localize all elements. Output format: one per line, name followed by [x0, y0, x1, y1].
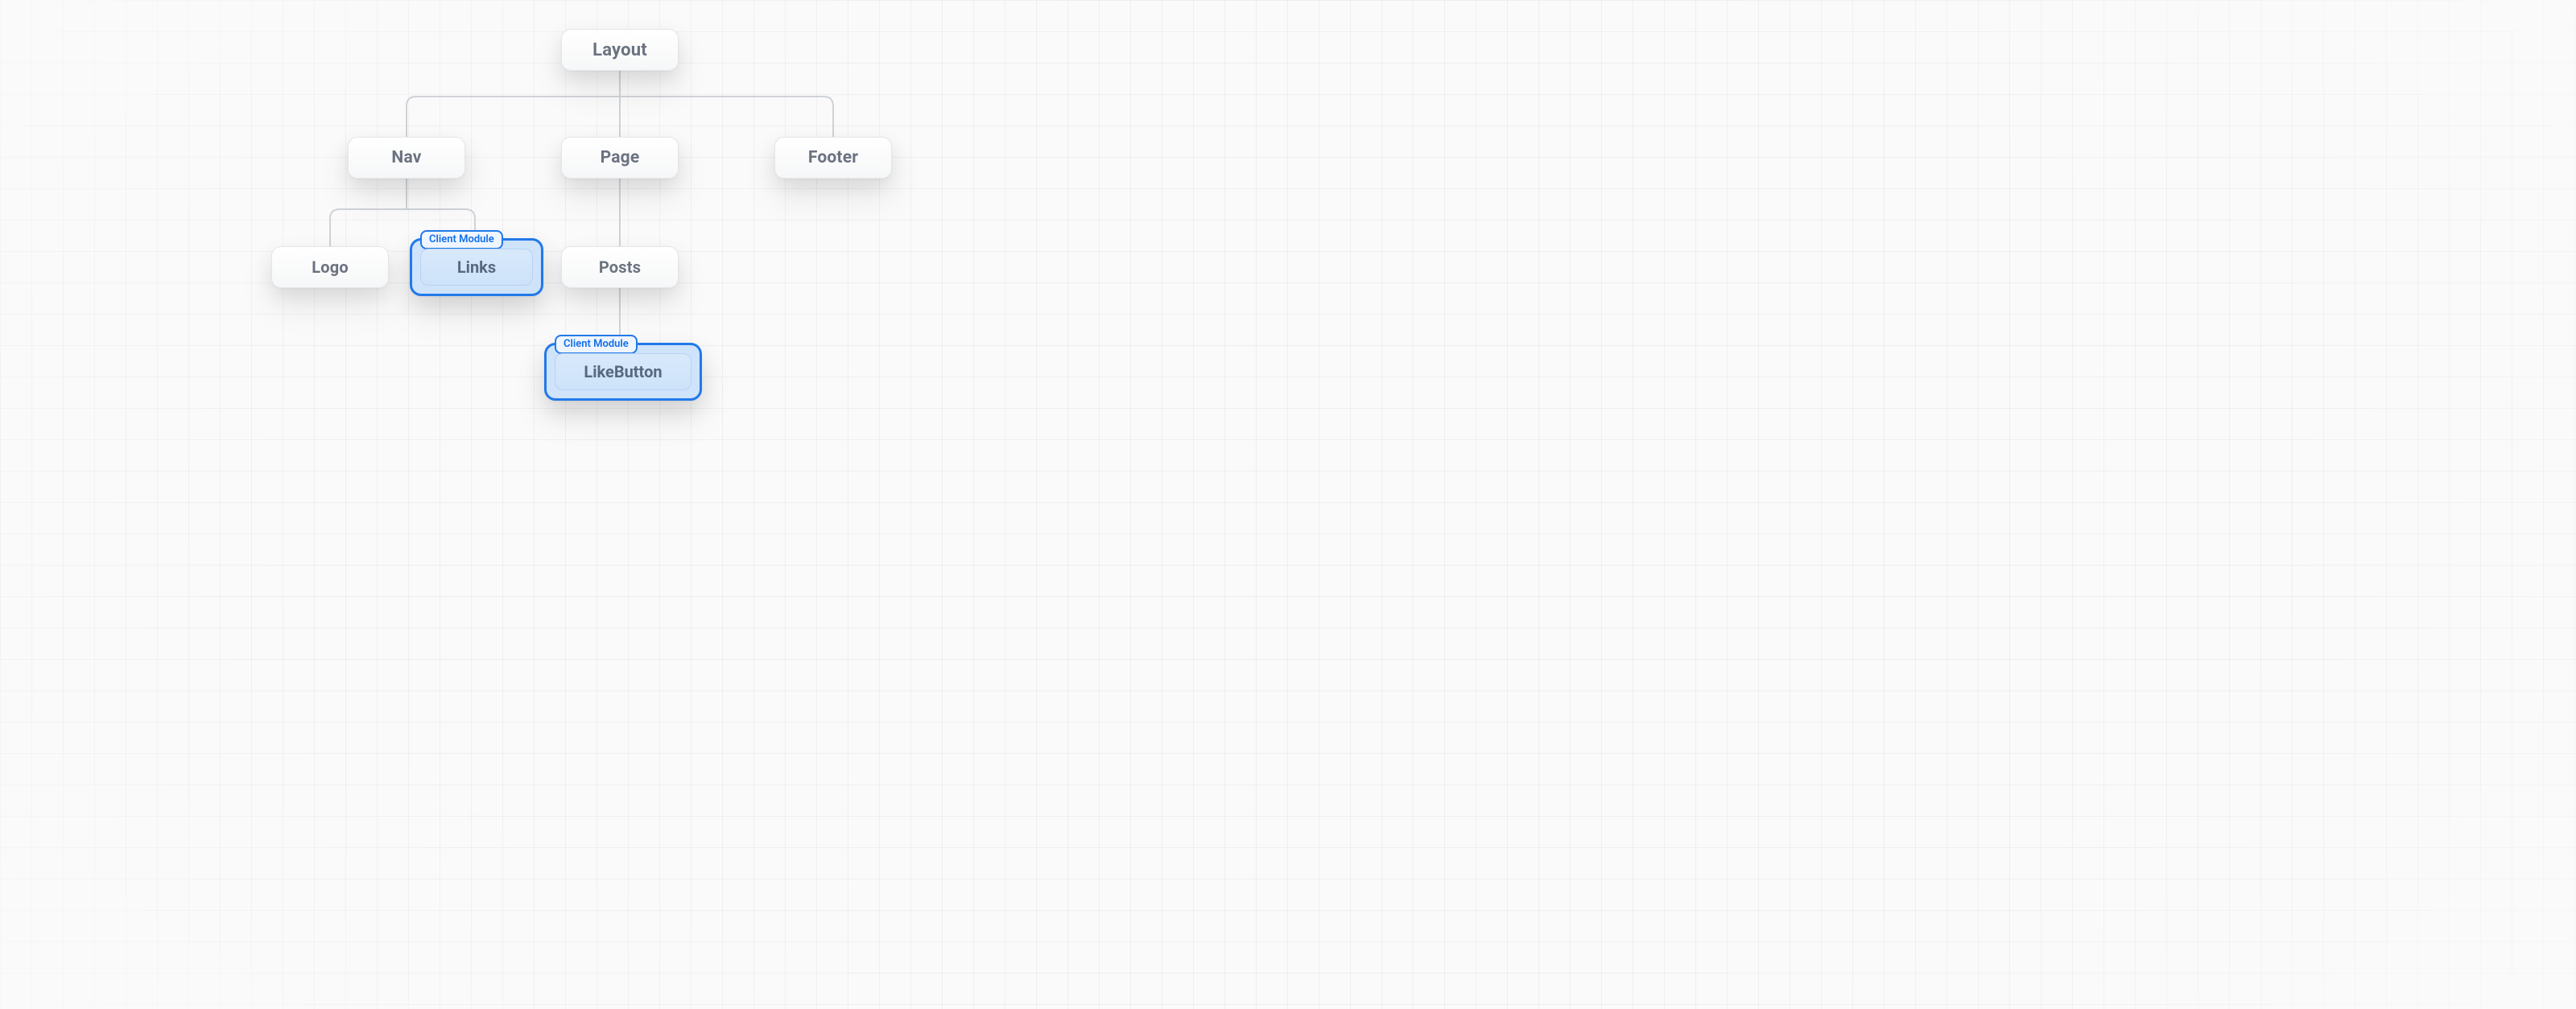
client-module-tag-label: Client Module — [564, 338, 629, 350]
node-footer: Footer — [774, 137, 892, 179]
node-logo: Logo — [271, 246, 389, 288]
client-module-tag-label: Client Module — [429, 233, 494, 245]
node-posts: Posts — [561, 246, 679, 288]
node-posts-label: Posts — [599, 257, 641, 277]
node-likebutton-label: LikeButton — [584, 362, 662, 381]
node-nav: Nav — [348, 137, 465, 179]
client-module-tag: Client Module — [555, 335, 638, 354]
node-nav-label: Nav — [391, 148, 421, 167]
node-page: Page — [561, 137, 679, 179]
client-module-links: Client Module Links — [410, 238, 543, 296]
client-module-tag: Client Module — [420, 230, 503, 249]
client-module-likebutton: Client Module LikeButton — [544, 343, 702, 401]
node-layout-label: Layout — [592, 40, 647, 60]
node-likebutton: LikeButton — [555, 353, 691, 390]
node-page-label: Page — [601, 148, 640, 167]
node-links-label: Links — [457, 257, 496, 277]
node-links: Links — [420, 249, 533, 286]
diagram-stage: Layout Nav Page Footer Logo Client Modul… — [0, 0, 1288, 504]
node-logo-label: Logo — [312, 257, 349, 277]
node-layout: Layout — [561, 29, 679, 71]
node-footer-label: Footer — [808, 148, 858, 167]
